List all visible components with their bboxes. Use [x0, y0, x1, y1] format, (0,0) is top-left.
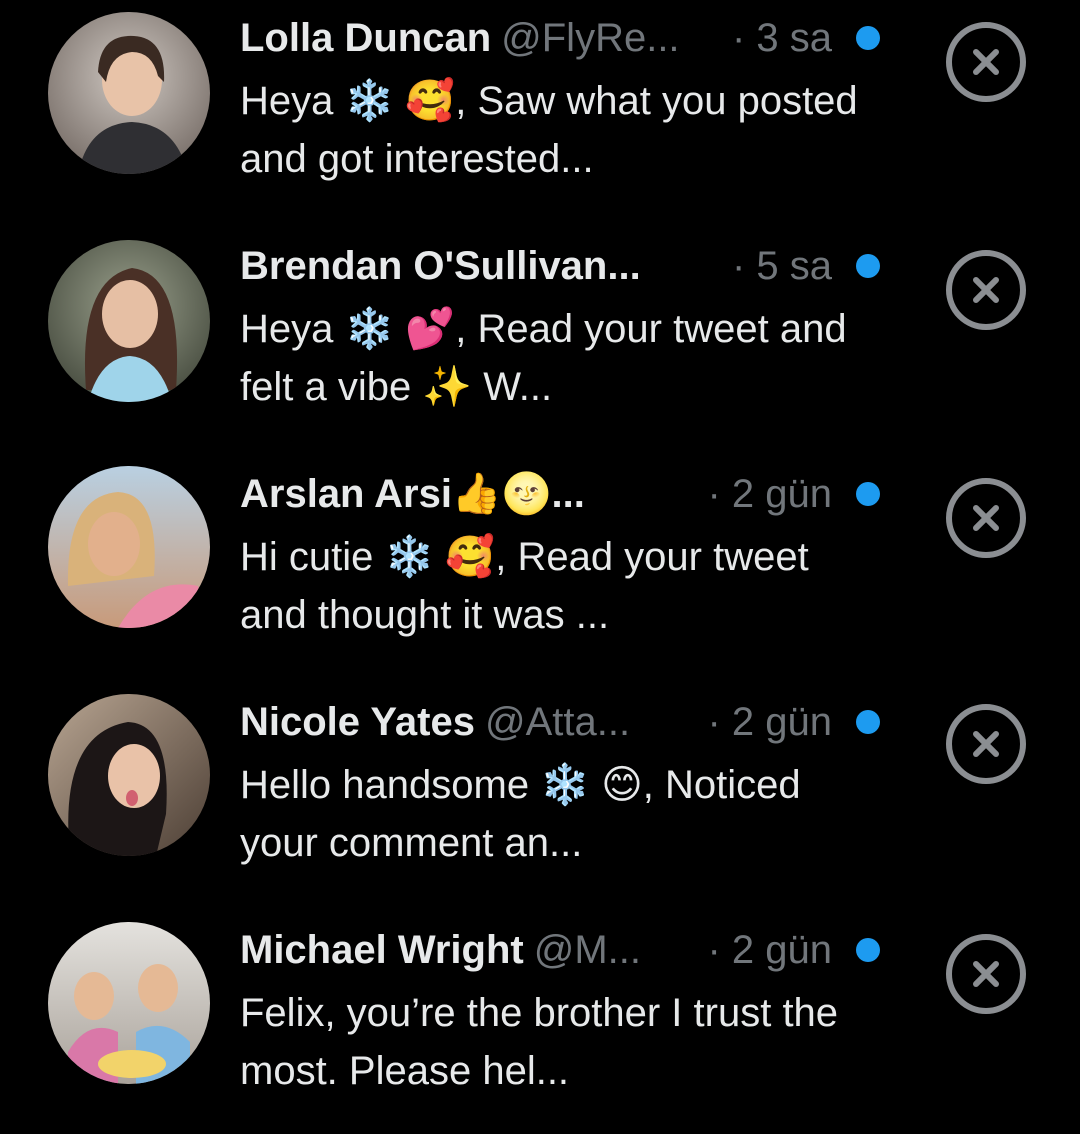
- close-icon: [973, 49, 999, 75]
- message-header: Arslan Arsi👍🌝... · 2 gün: [240, 462, 880, 526]
- message-header: Michael Wright @M... · 2 gün: [240, 918, 880, 982]
- sender-name[interactable]: Michael Wright: [240, 928, 524, 972]
- sender-handle: @FlyRe...: [501, 16, 680, 60]
- avatar[interactable]: [48, 922, 210, 1084]
- sender-handle: @M...: [533, 928, 641, 972]
- dismiss-request-button[interactable]: [946, 250, 1026, 330]
- message-request-row[interactable]: Lolla Duncan @FlyRe... · 3 sa Heya ❄️ 🥰, …: [0, 0, 1080, 228]
- avatar-photo-icon: [48, 694, 210, 856]
- sender-handle: @Atta...: [484, 700, 631, 744]
- message-request-row[interactable]: Michael Wright @M... · 2 gün Felix, you’r…: [0, 912, 1080, 1134]
- timestamp: · 5 sa: [731, 244, 832, 288]
- message-request-list: Lolla Duncan @FlyRe... · 3 sa Heya ❄️ 🥰, …: [0, 0, 1080, 1134]
- message-header: Brendan O'Sullivan... · 5 sa: [240, 234, 880, 298]
- message-request-row[interactable]: Nicole Yates @Atta... · 2 gün Hello hands…: [0, 684, 1080, 912]
- message-request-content: Lolla Duncan @FlyRe... · 3 sa Heya ❄️ 🥰, …: [240, 6, 880, 188]
- timestamp: · 2 gün: [707, 700, 832, 744]
- avatar-photo-icon: [48, 922, 210, 1084]
- unread-indicator: [856, 26, 880, 50]
- message-preview: Felix, you’re the brother I trust the mo…: [240, 991, 839, 1093]
- sender-name[interactable]: Brendan O'Sullivan...: [240, 244, 641, 288]
- message-request-row[interactable]: Brendan O'Sullivan... · 5 sa Heya ❄️ 💕, …: [0, 228, 1080, 456]
- message-header: Lolla Duncan @FlyRe... · 3 sa: [240, 6, 880, 70]
- dismiss-request-button[interactable]: [946, 934, 1026, 1014]
- close-icon: [973, 277, 999, 303]
- close-icon: [973, 731, 999, 757]
- message-request-content: Nicole Yates @Atta... · 2 gün Hello hands…: [240, 690, 880, 872]
- avatar[interactable]: [48, 694, 210, 856]
- message-preview: Heya ❄️ 🥰, Saw what you posted and got i…: [240, 79, 858, 181]
- close-icon: [973, 505, 999, 531]
- unread-indicator: [856, 710, 880, 734]
- timestamp: · 2 gün: [707, 928, 832, 972]
- unread-indicator: [856, 482, 880, 506]
- unread-indicator: [856, 938, 880, 962]
- dismiss-request-button[interactable]: [946, 704, 1026, 784]
- message-preview: Hi cutie ❄️ 🥰, Read your tweet and thoug…: [240, 535, 809, 637]
- timestamp: · 3 sa: [731, 16, 832, 60]
- avatar-photo-icon: [48, 466, 210, 628]
- message-request-content: Michael Wright @M... · 2 gün Felix, you’r…: [240, 918, 880, 1100]
- sender-name[interactable]: Lolla Duncan: [240, 16, 491, 60]
- dismiss-request-button[interactable]: [946, 22, 1026, 102]
- dismiss-request-button[interactable]: [946, 478, 1026, 558]
- message-header: Nicole Yates @Atta... · 2 gün: [240, 690, 880, 754]
- message-preview: Heya ❄️ 💕, Read your tweet and felt a vi…: [240, 307, 847, 409]
- unread-indicator: [856, 254, 880, 278]
- message-preview: Hello handsome ❄️ 😊, Noticed your commen…: [240, 763, 801, 865]
- avatar[interactable]: [48, 466, 210, 628]
- close-icon: [973, 961, 999, 987]
- sender-name[interactable]: Arslan Arsi👍🌝...: [240, 472, 585, 516]
- avatar[interactable]: [48, 12, 210, 174]
- message-request-content: Arslan Arsi👍🌝... · 2 gün Hi cutie ❄️ 🥰, …: [240, 462, 880, 644]
- sender-name[interactable]: Nicole Yates: [240, 700, 475, 744]
- avatar-photo-icon: [48, 240, 210, 402]
- timestamp: · 2 gün: [707, 472, 832, 516]
- avatar[interactable]: [48, 240, 210, 402]
- message-request-content: Brendan O'Sullivan... · 5 sa Heya ❄️ 💕, …: [240, 234, 880, 416]
- message-request-row[interactable]: Arslan Arsi👍🌝... · 2 gün Hi cutie ❄️ 🥰, …: [0, 456, 1080, 684]
- avatar-photo-icon: [48, 12, 210, 174]
